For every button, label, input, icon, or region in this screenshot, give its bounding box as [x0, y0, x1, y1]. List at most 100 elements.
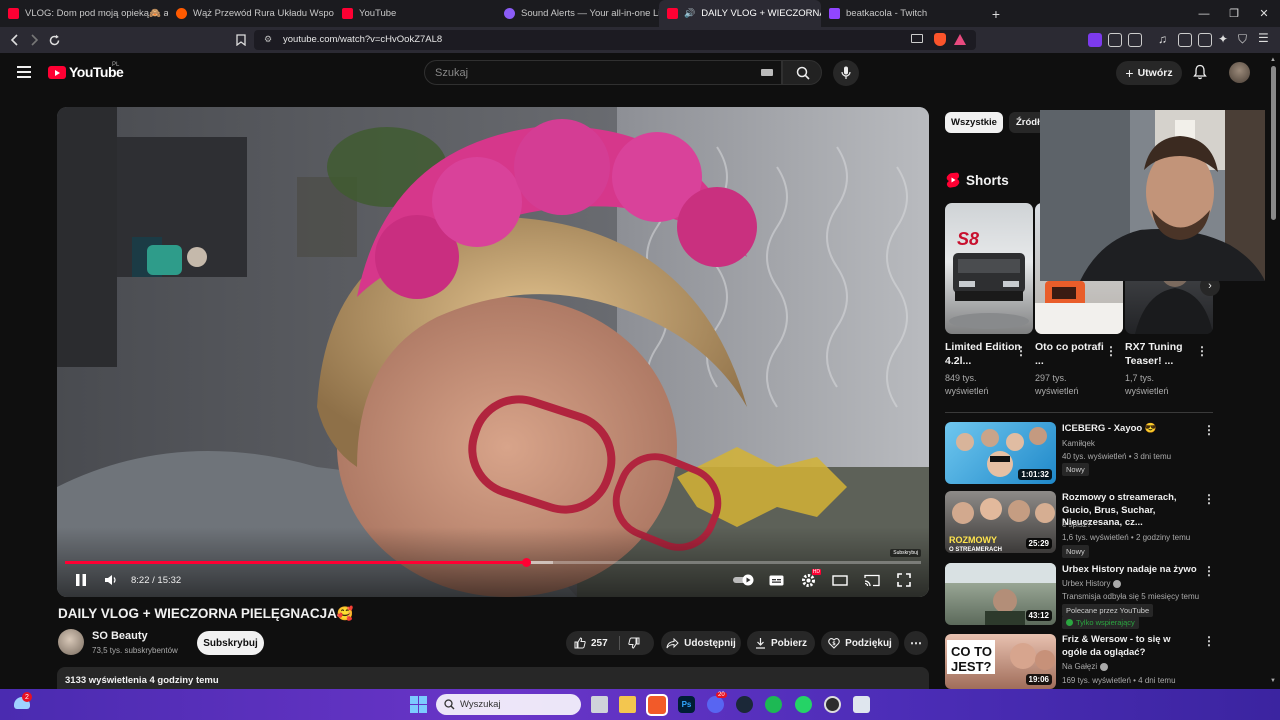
recommendation-thumbnail[interactable]: 43:12	[945, 563, 1056, 625]
recommendation-thumbnail[interactable]: CO TO JEST? 19:06	[945, 634, 1056, 689]
shorts-shelf-header: Shorts	[946, 172, 1009, 188]
sidebar-icon[interactable]	[1178, 33, 1192, 47]
recommendation-menu-icon[interactable]: ⋮	[1203, 634, 1215, 648]
photoshop-icon[interactable]: Ps	[678, 696, 695, 713]
thanks-button[interactable]: $ Podziękuj	[821, 631, 899, 655]
fullscreen-icon[interactable]	[894, 571, 914, 589]
voice-search-button[interactable]	[833, 60, 859, 86]
scroll-up-icon[interactable]: ▲	[1270, 57, 1276, 63]
spotify-icon[interactable]	[765, 696, 782, 713]
scroll-down-icon[interactable]: ▼	[1270, 678, 1276, 684]
obs-studio-icon[interactable]	[824, 696, 841, 713]
recommendation-channel[interactable]: Urbex History	[1062, 578, 1110, 589]
file-explorer-icon[interactable]	[619, 696, 636, 713]
browser-tab[interactable]: Sound Alerts — Your all-in-one Lives	[496, 0, 659, 27]
channel-name[interactable]: SO Beauty	[92, 630, 148, 642]
recommendation-channel[interactable]: e śpisz?	[1062, 519, 1091, 530]
short-menu-icon[interactable]: ⋮	[1105, 344, 1117, 358]
theater-mode-icon[interactable]	[830, 571, 850, 589]
recommendation-menu-icon[interactable]: ⋮	[1203, 492, 1215, 506]
vpn-shield-icon[interactable]: ⛉	[1238, 32, 1247, 47]
menu-icon[interactable]: ☰	[1258, 31, 1269, 45]
leo-ai-icon[interactable]: ✦	[1218, 32, 1228, 46]
extension-icon[interactable]	[1088, 33, 1102, 47]
browser-tab[interactable]: Wąż Przewód Rura Układu Wspomag	[168, 0, 334, 27]
keyboard-icon[interactable]	[761, 69, 773, 76]
video-title: DAILY VLOG + WIECZORNA PIELĘGNACJA🥰	[58, 606, 354, 621]
youtube-logo-icon[interactable]	[48, 66, 66, 79]
recommendation-title[interactable]: Friz & Wersow - to się w ogóle da ogląda…	[1062, 634, 1197, 659]
forward-icon[interactable]	[25, 31, 43, 49]
divider	[619, 636, 620, 650]
share-button[interactable]: Udostępnij	[661, 631, 741, 655]
back-icon[interactable]	[6, 31, 24, 49]
bookmark-icon[interactable]	[232, 31, 250, 49]
autoplay-toggle[interactable]	[731, 571, 757, 589]
taskbar-search[interactable]: Wyszukaj	[436, 694, 581, 715]
minimize-icon[interactable]: —	[1188, 0, 1220, 27]
like-button[interactable]: 257	[574, 637, 608, 649]
browser-tab[interactable]: VLOG: Dom pod moją opieką🙈 a ro	[0, 0, 168, 27]
steam-icon[interactable]	[736, 696, 753, 713]
short-title[interactable]: RX7 Tuning Teaser! ...	[1125, 340, 1201, 368]
extensions-puzzle-icon[interactable]	[1108, 33, 1122, 47]
task-view-icon[interactable]	[591, 696, 608, 713]
scrollbar-thumb[interactable]	[1271, 66, 1276, 220]
browser-tab-active[interactable]: 🔊 DAILY VLOG + WIECZORNA P ✕	[659, 0, 821, 27]
discord-icon[interactable]	[707, 696, 724, 713]
app-icon[interactable]	[853, 696, 870, 713]
short-title[interactable]: Limited Edition 4.2l...	[945, 340, 1021, 368]
video-player[interactable]: Subskrybuj 8:22 / 15:32 HD	[57, 107, 929, 597]
recommendation-title[interactable]: ICEBERG - Xayoo 😎	[1062, 423, 1197, 436]
recommendation-thumbnail[interactable]: ROZMOWY O STREAMERACH 25:29	[945, 491, 1056, 553]
recommendation-channel[interactable]: Na Gałęzi	[1062, 661, 1097, 672]
guide-menu-icon[interactable]	[17, 66, 31, 78]
recommendation-menu-icon[interactable]: ⋮	[1203, 564, 1215, 578]
short-menu-icon[interactable]: ⋮	[1196, 344, 1208, 358]
subscribe-watermark[interactable]: Subskrybuj	[890, 549, 921, 557]
chip-all[interactable]: Wszystkie	[945, 112, 1003, 133]
subtitles-icon[interactable]	[766, 571, 786, 589]
new-tab-button[interactable]: +	[981, 0, 1011, 27]
music-note-icon[interactable]: ♫	[1158, 32, 1167, 46]
reload-icon[interactable]	[45, 31, 63, 49]
site-settings-icon[interactable]: ⚙	[264, 34, 272, 45]
thumbs-down-icon[interactable]	[628, 637, 640, 649]
pause-icon[interactable]	[71, 571, 91, 589]
screenshot-icon[interactable]	[1128, 33, 1142, 47]
browser-tab[interactable]: beatkacola - Twitch	[821, 0, 981, 27]
wallet-icon[interactable]	[1198, 33, 1212, 47]
whatsapp-icon[interactable]	[795, 696, 812, 713]
search-button[interactable]	[782, 60, 822, 85]
channel-avatar[interactable]	[58, 629, 84, 655]
progress-bar[interactable]	[65, 558, 921, 567]
recommendation-thumbnail[interactable]: 1:01:32	[945, 422, 1056, 484]
recommendation-channel[interactable]: Kamiłqek	[1062, 438, 1095, 449]
browser-tab[interactable]: YouTube	[334, 0, 496, 27]
search-input[interactable]: Szukaj	[424, 60, 782, 85]
volume-icon[interactable]	[100, 571, 120, 589]
scrubber-handle[interactable]	[521, 558, 531, 567]
address-bar[interactable]: ⚙ youtube.com/watch?v=cHvOokZ7AL8	[254, 30, 976, 50]
subscribe-button[interactable]: Subskrybuj	[197, 631, 264, 655]
account-avatar[interactable]	[1229, 62, 1250, 83]
maximize-icon[interactable]: ❐	[1218, 0, 1250, 27]
recommendation-menu-icon[interactable]: ⋮	[1203, 423, 1215, 437]
short-menu-icon[interactable]: ⋮	[1015, 344, 1027, 358]
brave-rewards-icon[interactable]	[954, 34, 966, 45]
more-actions-button[interactable]: ⋯	[904, 631, 928, 655]
cast-icon[interactable]	[862, 571, 882, 589]
short-thumbnail[interactable]: S8	[945, 203, 1033, 334]
download-button[interactable]: Pobierz	[747, 631, 815, 655]
recommendation-title[interactable]: Urbex History nadaje na żywo	[1062, 564, 1197, 577]
notifications-bell-icon[interactable]	[1193, 64, 1207, 80]
brave-shields-icon[interactable]	[934, 33, 946, 46]
create-button[interactable]: + Utwórz	[1116, 61, 1182, 85]
shorts-logo-icon	[946, 172, 960, 188]
short-title[interactable]: Oto co potrafi ...	[1035, 340, 1111, 368]
settings-gear-icon[interactable]: HD	[798, 569, 821, 589]
brave-browser-icon[interactable]	[646, 694, 668, 716]
window-close-icon[interactable]: ✕	[1248, 0, 1280, 27]
windows-start-icon[interactable]	[410, 696, 427, 713]
cast-tab-icon[interactable]	[911, 34, 923, 43]
